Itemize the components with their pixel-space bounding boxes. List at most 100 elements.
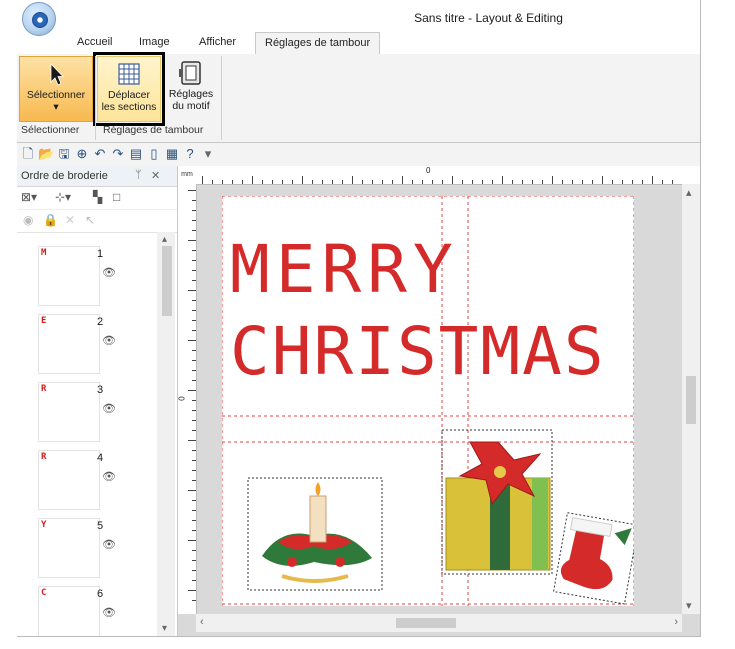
ruler-tick: [192, 300, 196, 301]
hoop-icon[interactable]: ▯: [146, 146, 162, 162]
ruler-tick: [342, 180, 343, 184]
eye-icon[interactable]: 👁: [102, 266, 116, 279]
app-window: Sans titre - Layout & Editing Accueil Im…: [17, 0, 701, 637]
ruler-tick: [212, 180, 213, 184]
embroidery-order-list: M 1 👁 E 2 👁 R 3 👁 R 4 👁 Y 5 👁 C 6 👁: [17, 232, 157, 636]
lock-icon[interactable]: 🔒: [43, 213, 58, 227]
redo-icon[interactable]: ↷: [110, 146, 126, 162]
list-item-thumbnail[interactable]: R: [38, 382, 100, 442]
ruler-tick: [192, 330, 196, 331]
stocking-motif: [552, 512, 639, 605]
ruler-tick: [242, 180, 243, 184]
group-icon[interactable]: ⊹▾: [55, 190, 71, 204]
tab-reglages-de-tambour[interactable]: Réglages de tambour: [255, 32, 381, 54]
ruler-tick: [652, 176, 653, 184]
ruler-tick: [192, 250, 196, 251]
scrollbar-thumb[interactable]: [162, 246, 172, 316]
ruler-tick: [192, 360, 196, 361]
list-item-thumbnail[interactable]: R: [38, 450, 100, 510]
select-dropdown-arrow[interactable]: ▾: [20, 101, 92, 113]
eye-icon[interactable]: 👁: [102, 470, 116, 483]
frame-icon[interactable]: □: [113, 190, 120, 204]
tab-image[interactable]: Image: [139, 36, 170, 48]
ruler-tick: [462, 180, 463, 184]
ruler-tick: [222, 180, 223, 184]
scrollbar-thumb[interactable]: [396, 618, 456, 628]
ruler-tick: [422, 180, 423, 184]
save-icon[interactable]: 🖫: [56, 146, 72, 162]
zoom-icon[interactable]: ⊕: [74, 146, 90, 162]
color-icon[interactable]: ▚: [93, 190, 102, 204]
scroll-right-icon[interactable]: ›: [674, 616, 678, 628]
ruler-tick: [192, 350, 196, 351]
layers-icon[interactable]: ▦: [164, 146, 180, 162]
close-icon[interactable]: ✕: [151, 169, 160, 182]
ruler-tick: [382, 180, 383, 184]
pin-icon[interactable]: ᛘ: [135, 169, 142, 181]
dropdown-icon[interactable]: ▾: [200, 146, 216, 162]
canvas-vertical-scrollbar[interactable]: ▴ ▾: [682, 184, 700, 614]
delete-icon[interactable]: ✕: [65, 213, 75, 227]
ruler-tick: [192, 430, 196, 431]
eye-icon[interactable]: 👁: [102, 538, 116, 551]
ruler-tick: [292, 180, 293, 184]
list-item-thumbnail[interactable]: E: [38, 314, 100, 374]
move-label-1: Déplacer: [107, 89, 151, 101]
ruler-tick: [612, 180, 613, 184]
tab-accueil[interactable]: Accueil: [77, 36, 112, 48]
scroll-up-icon[interactable]: ▴: [686, 186, 692, 199]
visibility-icon[interactable]: ◉: [23, 213, 33, 227]
eye-icon[interactable]: 👁: [102, 606, 116, 619]
ruler-tick: [412, 180, 413, 184]
gift-motif: [441, 429, 553, 575]
help-icon[interactable]: ?: [182, 146, 198, 162]
candle-motif: [247, 477, 383, 591]
ruler-tick: [192, 400, 196, 401]
open-icon[interactable]: 📂: [38, 146, 54, 162]
ruler-tick: [192, 520, 196, 521]
group-label-select: Sélectionner: [21, 124, 80, 136]
ruler-tick: [188, 590, 196, 591]
ruler-tick: [522, 180, 523, 184]
ruler-tick: [188, 490, 196, 491]
application-menu-button[interactable]: [22, 2, 56, 36]
ruler-tick: [552, 176, 553, 184]
scroll-left-icon[interactable]: ‹: [200, 616, 204, 628]
ruler-tick: [188, 540, 196, 541]
ruler-tick: [642, 180, 643, 184]
hoop-paper[interactable]: MERRY CHRISTMAS: [221, 195, 639, 606]
scroll-down-icon[interactable]: ▾: [686, 599, 692, 612]
pointer-icon[interactable]: ↖: [85, 213, 95, 227]
list-item-thumbnail[interactable]: M: [38, 246, 100, 306]
sort-icon[interactable]: ⊠▾: [21, 190, 37, 204]
ruler-tick: [432, 180, 433, 184]
ruler-tick: [362, 180, 363, 184]
design-canvas-area: mm 0 0 MERRY CHRISTMAS ▴ ▾ ‹ ›: [178, 166, 700, 636]
ruler-tick: [192, 450, 196, 451]
undo-icon[interactable]: ↶: [92, 146, 108, 162]
select-label: Sélectionner: [26, 89, 86, 101]
new-icon[interactable]: 🗋: [20, 146, 36, 162]
ruler-tick: [192, 460, 196, 461]
tab-afficher[interactable]: Afficher: [199, 36, 236, 48]
pane-title: Ordre de broderie: [21, 170, 108, 182]
design-settings-button[interactable]: Réglages du motif: [165, 56, 217, 122]
move-sections-button[interactable]: Déplacer les sections: [93, 52, 165, 126]
scroll-down-icon[interactable]: ▾: [162, 623, 167, 634]
list-item-thumbnail[interactable]: C: [38, 586, 100, 636]
view-icon[interactable]: ▤: [128, 146, 144, 162]
eye-icon[interactable]: 👁: [102, 402, 116, 415]
ribbon: Sélectionner ▾ Déplacer les sections Rég…: [17, 52, 700, 143]
pane-scrollbar[interactable]: ▴ ▾: [157, 232, 175, 636]
ruler-tick: [192, 370, 196, 371]
eye-icon[interactable]: 👁: [102, 334, 116, 347]
ruler-tick: [192, 420, 196, 421]
select-button[interactable]: Sélectionner ▾: [19, 56, 93, 122]
list-item-thumbnail[interactable]: Y: [38, 518, 100, 578]
ruler-tick: [192, 480, 196, 481]
canvas-horizontal-scrollbar[interactable]: ‹ ›: [196, 614, 682, 632]
scrollbar-thumb[interactable]: [686, 376, 696, 424]
ruler-tick: [192, 510, 196, 511]
scroll-up-icon[interactable]: ▴: [162, 234, 167, 245]
ruler-tick: [192, 600, 196, 601]
